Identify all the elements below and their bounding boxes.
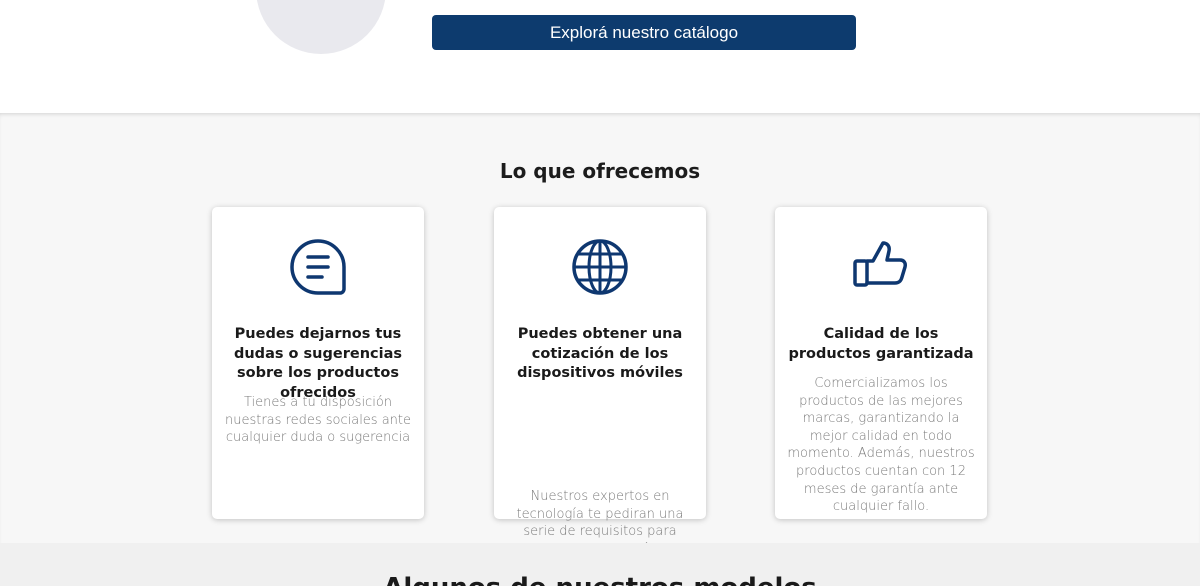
card-title: Puedes obtener una cotización de los dis… xyxy=(517,326,683,381)
card-title: Calidad de los productos garantizada xyxy=(788,326,974,362)
offer-title: Lo que ofrecemos xyxy=(499,159,701,183)
offer-card-quote: Puedes obtener una cotización de los dis… xyxy=(494,207,706,574)
hero-section: Explorá nuestro catálogo xyxy=(0,0,1200,113)
chat-bubble-icon xyxy=(290,239,346,295)
card-text: Comercializamos los productos de las mej… xyxy=(787,376,975,515)
card-title: Puedes dejarnos tus dudas o sugerencias … xyxy=(233,326,402,401)
explore-catalog-button[interactable]: Explorá nuestro catálogo xyxy=(432,15,856,50)
offer-section: Lo que ofrecemos Puedes dejarnos tus dud… xyxy=(0,113,1200,574)
thumbs-up-icon xyxy=(853,241,907,287)
phone-image xyxy=(256,0,386,54)
card-text: Tienes a tu disposición nuestras redes s… xyxy=(224,395,412,446)
globe-icon xyxy=(572,239,628,295)
offer-card-quality: Calidad de los productos garantizada Com… xyxy=(775,207,987,519)
models-section: Algunos de nuestros modelos xyxy=(0,543,1200,586)
offer-card-questions: Puedes dejarnos tus dudas o sugerencias … xyxy=(212,207,424,519)
models-title: Algunos de nuestros modelos xyxy=(0,573,1200,586)
